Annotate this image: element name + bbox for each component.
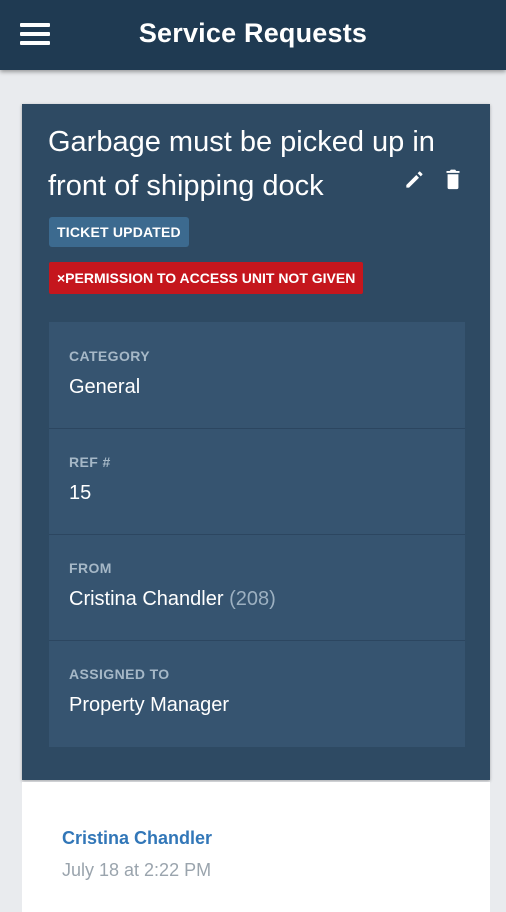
page-title: Service Requests bbox=[138, 18, 368, 48]
comment-author-link[interactable]: Cristina Chandler bbox=[62, 828, 212, 849]
assigned-label: ASSIGNED TO bbox=[69, 666, 170, 682]
trash-icon[interactable] bbox=[440, 166, 466, 192]
category-value: General bbox=[69, 376, 141, 398]
from-row: FROM Cristina Chandler (208) bbox=[49, 534, 465, 641]
from-value: Cristina Chandler (208) bbox=[69, 588, 276, 611]
from-label: FROM bbox=[69, 560, 112, 576]
ref-row: REF # 15 bbox=[49, 428, 465, 535]
ticket-card: Garbage must be picked up in front of sh… bbox=[22, 104, 490, 780]
status-badge: TICKET UPDATED bbox=[49, 217, 189, 247]
app-bar: Service Requests bbox=[0, 0, 506, 70]
category-label: CATEGORY bbox=[69, 348, 150, 364]
comment-card: Cristina Chandler July 18 at 2:22 PM bbox=[22, 782, 490, 912]
from-unit: (208) bbox=[229, 588, 276, 610]
from-name: Cristina Chandler bbox=[69, 588, 224, 610]
ref-value: 15 bbox=[69, 482, 92, 504]
details-panel: CATEGORY General REF # 15 FROM Cristina … bbox=[49, 322, 465, 747]
permission-warning-badge: ×PERMISSION TO ACCESS UNIT NOT GIVEN bbox=[49, 262, 364, 294]
assigned-value: Property Manager bbox=[69, 694, 230, 716]
ticket-title: Garbage must be picked up in front of sh… bbox=[48, 126, 435, 202]
comment-timestamp: July 18 at 2:22 PM bbox=[62, 860, 212, 880]
pencil-icon[interactable] bbox=[402, 166, 428, 192]
assigned-row: ASSIGNED TO Property Manager bbox=[49, 640, 465, 746]
ref-label: REF # bbox=[69, 454, 111, 470]
category-row: CATEGORY General bbox=[49, 322, 465, 429]
